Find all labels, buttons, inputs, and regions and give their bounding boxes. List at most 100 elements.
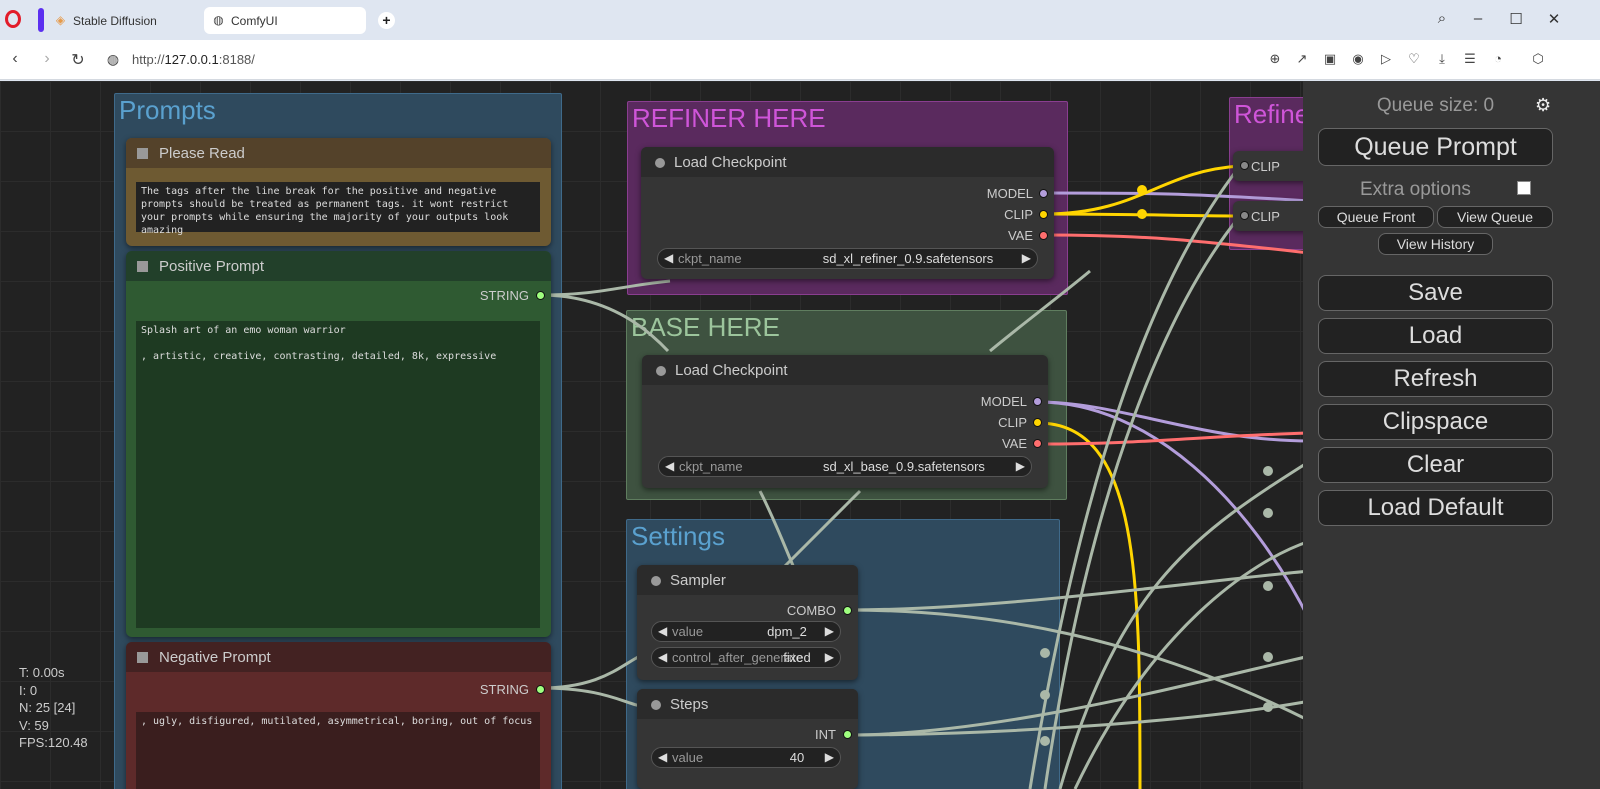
view-queue-button[interactable]: View Queue: [1437, 206, 1553, 228]
reload-icon[interactable]: ↻: [69, 50, 87, 70]
node-header[interactable]: Sampler: [637, 565, 858, 595]
share-icon[interactable]: ↗: [1293, 51, 1311, 67]
node-collapse-icon[interactable]: [137, 261, 148, 272]
input-port-clip[interactable]: [1240, 161, 1249, 170]
tab-stable-diffusion[interactable]: ◈ Stable Diffusion: [46, 7, 196, 34]
shield-icon[interactable]: ◉: [1349, 51, 1367, 67]
node-header[interactable]: Positive Prompt: [126, 251, 551, 281]
opera-logo-icon[interactable]: [5, 10, 21, 28]
node-title: Sampler: [670, 572, 726, 589]
output-port-combo[interactable]: [843, 606, 852, 615]
node-collapse-icon[interactable]: [655, 158, 665, 168]
clear-button[interactable]: Clear: [1318, 447, 1553, 483]
node-collapse-icon[interactable]: [651, 576, 661, 586]
output-port-vae[interactable]: [1039, 231, 1048, 240]
output-port-string[interactable]: [536, 685, 545, 694]
queue-prompt-button[interactable]: Queue Prompt: [1318, 128, 1553, 166]
output-port-model[interactable]: [1033, 397, 1042, 406]
close-window-icon[interactable]: ✕: [1544, 10, 1564, 28]
node-collapse-icon[interactable]: [137, 148, 148, 159]
view-history-button[interactable]: View History: [1378, 233, 1493, 255]
arrow-left-icon[interactable]: ◀: [665, 459, 674, 473]
node-negative-prompt[interactable]: Negative Prompt STRING , ugly, disfigure…: [126, 642, 551, 789]
arrow-left-icon[interactable]: ◀: [658, 650, 667, 664]
maximize-icon[interactable]: ☐: [1506, 10, 1526, 28]
node-collapse-icon[interactable]: [137, 652, 148, 663]
node-title: Positive Prompt: [159, 258, 265, 275]
save-button[interactable]: Save: [1318, 275, 1553, 311]
node-header[interactable]: Negative Prompt: [126, 642, 551, 672]
url-field[interactable]: http://127.0.0.1:8188/: [132, 52, 255, 67]
node-title: Load Checkpoint: [674, 154, 787, 171]
heart-icon[interactable]: ♡: [1405, 51, 1423, 67]
widget-value: fixed: [783, 650, 811, 665]
refresh-button[interactable]: Refresh: [1318, 361, 1553, 397]
node-refiner-load-checkpoint[interactable]: Load Checkpoint MODEL CLIP VAE ◀ ckpt_na…: [641, 147, 1054, 279]
ckpt-name-combo[interactable]: ◀ ckpt_name sd_xl_refiner_0.9.safetensor…: [657, 248, 1038, 269]
node-base-load-checkpoint[interactable]: Load Checkpoint MODEL CLIP VAE ◀ ckpt_na…: [642, 355, 1048, 488]
search-tabs-icon[interactable]: ⌕: [1432, 10, 1452, 27]
output-port-clip[interactable]: [1033, 418, 1042, 427]
load-default-button[interactable]: Load Default: [1318, 490, 1553, 526]
render-stats: T: 0.00s I: 0 N: 25 [24] V: 59 FPS:120.4…: [19, 664, 88, 752]
clipspace-button[interactable]: Clipspace: [1318, 404, 1553, 440]
negative-prompt-text[interactable]: , ugly, disfigured, mutilated, asymmetri…: [136, 712, 540, 789]
node-header[interactable]: Load Checkpoint: [642, 355, 1048, 385]
node-sampler[interactable]: Sampler COMBO ◀ value dpm_2 ▶ ◀ control_…: [637, 565, 858, 680]
load-button[interactable]: Load: [1318, 318, 1553, 354]
extensions-cube-icon[interactable]: ⬡: [1529, 51, 1547, 67]
send-icon[interactable]: ▷: [1377, 51, 1395, 67]
link-positive-string: [539, 293, 670, 353]
steps-value-number[interactable]: ◀ value 40 ▶: [651, 747, 841, 768]
easy-setup-icon[interactable]: ☰: [1461, 51, 1479, 67]
ckpt-name-combo[interactable]: ◀ ckpt_name sd_xl_base_0.9.safetensors ▶: [658, 456, 1032, 477]
output-port-int[interactable]: [843, 730, 852, 739]
arrow-right-icon[interactable]: ▶: [1022, 251, 1031, 265]
node-refine-clip-1[interactable]: CLIP: [1233, 151, 1313, 181]
minimize-icon[interactable]: –: [1468, 10, 1488, 27]
arrow-right-icon[interactable]: ▶: [1016, 459, 1025, 473]
forward-icon[interactable]: ›: [38, 50, 56, 68]
output-label-clip: CLIP: [1004, 207, 1033, 222]
arrow-left-icon[interactable]: ◀: [658, 624, 667, 638]
node-graph-canvas[interactable]: Prompts REFINER HERE BASE HERE Settings …: [0, 81, 1600, 789]
queue-front-button[interactable]: Queue Front: [1318, 206, 1434, 228]
input-port-clip[interactable]: [1240, 211, 1249, 220]
arrow-right-icon[interactable]: ▶: [825, 750, 834, 764]
please-read-text[interactable]: The tags after the line break for the po…: [136, 182, 540, 236]
sampler-value-combo[interactable]: ◀ value dpm_2 ▶: [651, 621, 841, 642]
tab-label: ComfyUI: [231, 13, 278, 28]
extra-options-checkbox[interactable]: [1517, 181, 1531, 195]
node-please-read[interactable]: Please Read The tags after the line brea…: [126, 138, 551, 246]
output-port-model[interactable]: [1039, 189, 1048, 198]
node-collapse-icon[interactable]: [651, 700, 661, 710]
node-header[interactable]: Please Read: [126, 138, 551, 168]
arrow-right-icon[interactable]: ▶: [825, 650, 834, 664]
control-after-generate-combo[interactable]: ◀ control_after_generate fixed ▶: [651, 647, 841, 668]
stat-nodes: N: 25 [24]: [19, 700, 76, 715]
back-icon[interactable]: ‹: [6, 50, 24, 68]
stat-fps: FPS:120.48: [19, 735, 88, 750]
download-icon[interactable]: ⤓: [1433, 51, 1451, 67]
arrow-left-icon[interactable]: ◀: [658, 750, 667, 764]
zoom-icon[interactable]: ⊕: [1266, 51, 1284, 67]
settings-gear-icon[interactable]: ⚙: [1535, 95, 1551, 116]
output-port-string[interactable]: [536, 291, 545, 300]
arrow-left-icon[interactable]: ◀: [664, 251, 673, 265]
node-header[interactable]: Steps: [637, 689, 858, 719]
output-port-vae[interactable]: [1033, 439, 1042, 448]
node-steps[interactable]: Steps INT ◀ value 40 ▶: [637, 689, 858, 789]
output-port-clip[interactable]: [1039, 210, 1048, 219]
positive-prompt-text[interactable]: Splash art of an emo woman warrior , art…: [136, 321, 540, 628]
camera-icon[interactable]: ▣: [1321, 51, 1339, 67]
new-tab-button[interactable]: +: [378, 12, 395, 29]
node-refine-clip-2[interactable]: CLIP: [1233, 201, 1313, 231]
arrow-right-icon[interactable]: ▶: [825, 624, 834, 638]
node-collapse-icon[interactable]: [656, 366, 666, 376]
profile-icon[interactable]: ◔: [1489, 51, 1507, 66]
site-info-icon[interactable]: ◍: [104, 51, 122, 68]
node-positive-prompt[interactable]: Positive Prompt STRING Splash art of an …: [126, 251, 551, 637]
input-label-clip: CLIP: [1251, 209, 1280, 224]
tab-comfyui[interactable]: ◍ ComfyUI: [204, 7, 366, 34]
node-header[interactable]: Load Checkpoint: [641, 147, 1054, 177]
